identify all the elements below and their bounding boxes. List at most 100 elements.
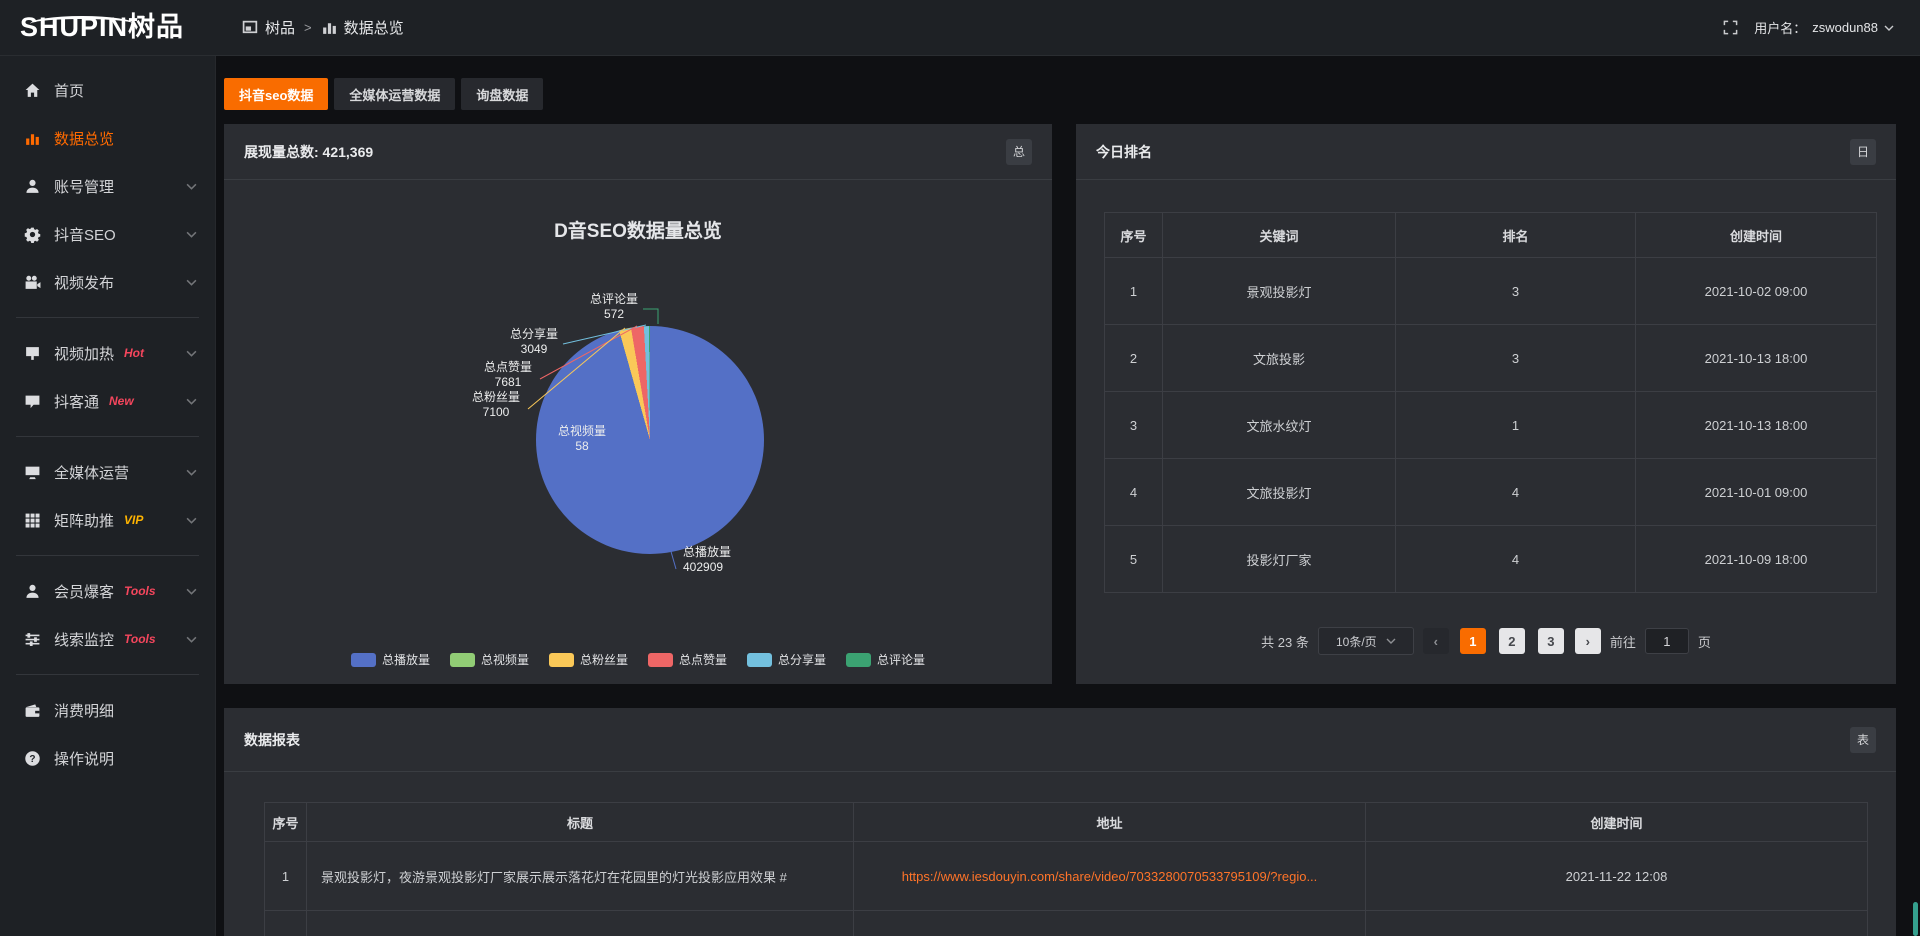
sidebar-item-spend-detail[interactable]: 消费明细 [0,686,215,734]
new-badge: New [109,394,134,408]
legend-swatch [846,653,871,667]
legend-swatch [450,653,475,667]
sign-board-icon [24,345,41,362]
cell-title: 景观投影灯，夜游景观投影灯厂家展示展示落花灯在花园里的灯光投影应用效果 # [307,842,854,911]
pie-label-comments: 总评论量 572 [574,292,654,322]
legend-label: 总播放量 [382,651,430,668]
rank-panel: 今日排名 日 序号 关键词 排名 创建时间 1 景观投影灯 3 2021-10-… [1076,124,1896,684]
sidebar-divider [16,436,199,437]
legend-item[interactable]: 总评论量 [846,651,925,668]
breadcrumb-item-home[interactable]: 树品 [242,17,295,38]
chart-panel: 展现量总数: 421,369 总 D音SEO数据量总览 总评论量 572 总分享… [224,124,1052,684]
sidebar-item-label: 数据总览 [54,128,114,149]
chat-bubble-icon [24,393,41,410]
sidebar-item-video-publish[interactable]: 视频发布 [0,258,215,306]
fullscreen-icon[interactable] [1723,20,1738,35]
legend-item[interactable]: 总分享量 [747,651,826,668]
cell-rank: 3 [1396,325,1636,392]
sidebar-item-label: 线索监控 [54,629,114,650]
video-camera-icon [24,274,41,291]
sidebar-item-home[interactable]: 首页 [0,66,215,114]
chevron-down-icon [186,279,197,286]
cell-video-link[interactable]: https://www.iesdouyin.com/share/video/70… [854,842,1366,911]
pie-label-value: 3049 [494,342,574,357]
sidebar: 首页 数据总览 账号管理 抖音SEO 视频发布 视频加热 Hot 抖客通 New… [0,56,216,936]
tools-badge: Tools [124,584,156,598]
cell-created: 2021-11-22 12:08 [1366,842,1868,911]
person-icon [24,583,41,600]
table-row: 5 投影灯厂家 4 2021-10-09 18:00 [1105,526,1877,593]
sidebar-item-lead-monitor[interactable]: 线索监控 Tools [0,615,215,663]
sidebar-item-label: 消费明细 [54,700,114,721]
page-size-value: 10条/页 [1336,633,1377,650]
sidebar-item-label: 账号管理 [54,176,114,197]
goto-unit: 页 [1698,632,1711,651]
breadcrumb-label: 数据总览 [344,17,404,38]
day-toggle-button[interactable]: 日 [1850,139,1876,165]
cell-rank: 1 [1396,392,1636,459]
legend-item[interactable]: 总粉丝量 [549,651,628,668]
next-page-button[interactable]: › [1575,628,1601,654]
question-icon: ? [24,750,41,767]
legend-label: 总视频量 [481,651,529,668]
legend-item[interactable]: 总播放量 [351,651,430,668]
rank-panel-title: 今日排名 [1096,142,1152,162]
sidebar-item-label: 视频加热 [54,343,114,364]
col-rank: 排名 [1396,213,1636,258]
legend-item[interactable]: 总点赞量 [648,651,727,668]
chevron-down-icon [1884,25,1894,31]
topbar-right: 用户名：zswodun88 [1723,18,1920,37]
prev-page-button[interactable]: ‹ [1423,628,1449,654]
col-keyword: 关键词 [1163,213,1396,258]
sidebar-item-member-burst[interactable]: 会员爆客 Tools [0,567,215,615]
app-square-icon [242,19,259,36]
tab-douyin-seo-data[interactable]: 抖音seo数据 [224,78,328,110]
table-row: 2 文旅投影 3 2021-10-13 18:00 [1105,325,1877,392]
cell-rank: 4 [1396,526,1636,593]
sidebar-item-douyin-seo[interactable]: 抖音SEO [0,210,215,258]
sidebar-item-account[interactable]: 账号管理 [0,162,215,210]
tools-badge: Tools [124,632,156,646]
pie-label-videos: 总视频量 58 [542,424,622,454]
scrollbar-thumb[interactable] [1913,902,1918,936]
cell-video-link [854,911,1366,936]
legend-swatch [549,653,574,667]
page-button-2[interactable]: 2 [1499,628,1525,654]
page-button-1[interactable]: 1 [1460,628,1486,654]
sidebar-divider [16,317,199,318]
bar-chart-icon [321,19,338,36]
goto-page-input[interactable] [1645,628,1689,654]
legend-item[interactable]: 总视频量 [450,651,529,668]
pie-label-value: 7681 [468,375,548,390]
tab-omni-media-data[interactable]: 全媒体运营数据 [334,78,455,110]
sidebar-item-video-heat[interactable]: 视频加热 Hot [0,329,215,377]
user-icon [24,178,41,195]
breadcrumb-item-current[interactable]: 数据总览 [321,17,404,38]
cell-keyword: 投影灯厂家 [1163,526,1396,593]
report-table: 序号 标题 地址 创建时间 1 景观投影灯，夜游景观投影灯厂家展示展示落花灯在花… [264,802,1868,936]
sidebar-item-label: 首页 [54,80,84,101]
sliders-icon [24,631,41,648]
gear-icon [24,226,41,243]
table-toggle-button[interactable]: 表 [1850,727,1876,753]
total-toggle-button[interactable]: 总 [1006,139,1032,165]
main-content: 抖音seo数据 全媒体运营数据 询盘数据 展现量总数: 421,369 总 D音… [216,56,1920,936]
user-menu[interactable]: 用户名：zswodun88 [1754,18,1894,37]
page-size-select[interactable]: 10条/页 [1318,627,1414,655]
col-created: 创建时间 [1366,803,1868,842]
sidebar-item-help[interactable]: ? 操作说明 [0,734,215,782]
sidebar-item-matrix-boost[interactable]: 矩阵助推 VIP [0,496,215,544]
tab-inquiry-data[interactable]: 询盘数据 [461,78,543,110]
sidebar-item-doukertong[interactable]: 抖客通 New [0,377,215,425]
sidebar-item-omni-media[interactable]: 全媒体运营 [0,448,215,496]
cell-keyword: 文旅水纹灯 [1163,392,1396,459]
pie-chart-area: D音SEO数据量总览 总评论量 572 总分享量 3049 总点赞量 7681 [224,180,1052,683]
bar-chart-icon [24,130,41,147]
sidebar-item-data-overview[interactable]: 数据总览 [0,114,215,162]
breadcrumb: 树品 > 数据总览 [242,17,404,38]
col-index: 序号 [1105,213,1163,258]
cell-created [1366,911,1868,936]
pie-label-value: 7100 [456,405,536,420]
cell-index: 3 [1105,392,1163,459]
page-button-3[interactable]: 3 [1538,628,1564,654]
